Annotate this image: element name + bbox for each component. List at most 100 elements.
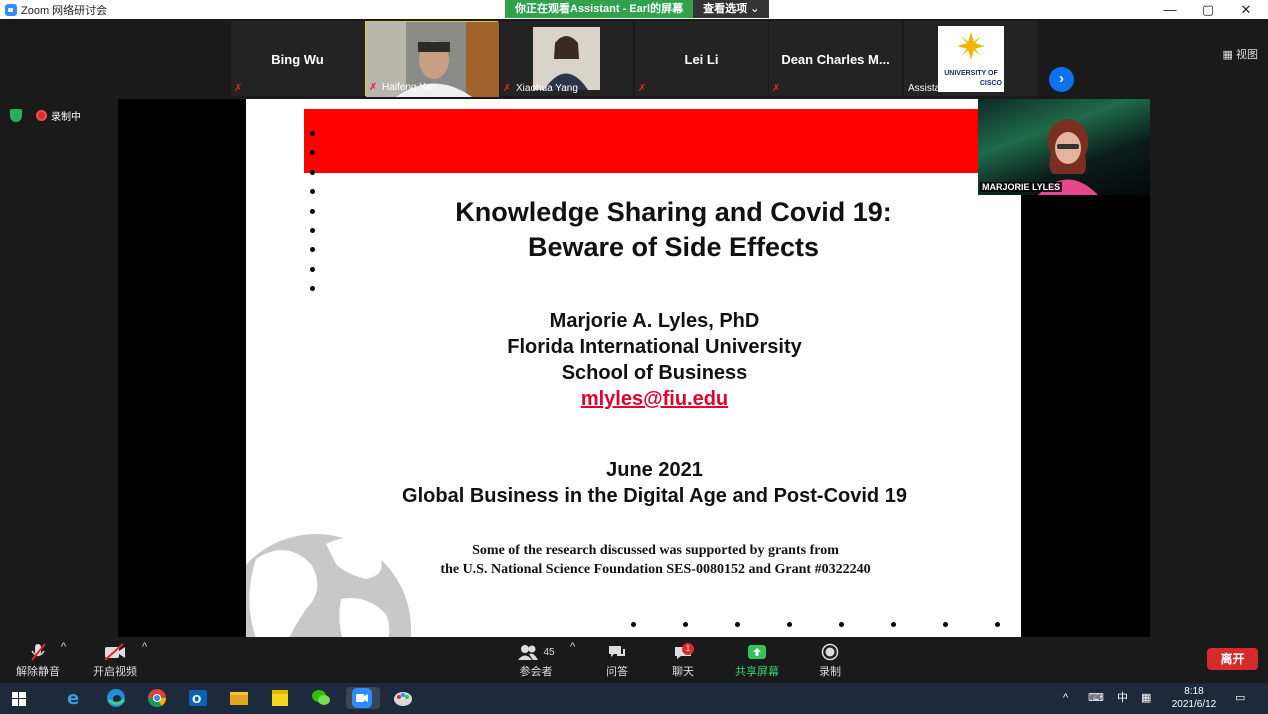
qa-icon <box>602 641 632 663</box>
active-speaker-video[interactable]: MARJORIE LYLES <box>978 99 1150 195</box>
video-off-icon <box>90 641 140 663</box>
bullet <box>310 131 315 136</box>
dot <box>735 622 740 627</box>
taskbar-time: 8:18 <box>1184 686 1204 697</box>
participant-label: Assistant - Earl <box>908 83 976 94</box>
view-button[interactable]: ▦ 视图 <box>1223 46 1258 62</box>
show-hidden-icons-button[interactable]: ^ <box>1063 683 1068 714</box>
dot <box>839 622 844 627</box>
zoom-taskbar-icon[interactable] <box>346 687 380 709</box>
dot <box>995 622 1000 627</box>
slide-title: Knowledge Sharing and Covid 19: Beware o… <box>246 195 1021 265</box>
unmute-label: 解除静音 <box>16 666 60 678</box>
windows-start-icon[interactable] <box>12 692 26 706</box>
start-video-label: 开启视频 <box>93 666 137 678</box>
university-logo-text-2: CISCO <box>979 80 1002 87</box>
ime-mode-icon[interactable]: ▦ <box>1141 683 1151 714</box>
participants-label: 参会者 <box>519 666 553 678</box>
participant-tile[interactable]: UNIVERSITY OF CISCO Assistant - Earl <box>904 21 1037 96</box>
start-video-button[interactable]: 开启视频 <box>90 641 140 679</box>
slide-title-line1: Knowledge Sharing and Covid 19: <box>455 197 892 227</box>
chevron-right-icon: › <box>1059 70 1064 87</box>
chevron-up-icon: ^ <box>61 641 67 653</box>
chevron-down-icon: ⌄ <box>750 3 760 15</box>
edge-browser-icon[interactable] <box>105 687 127 709</box>
close-button[interactable]: ✕ <box>1228 0 1264 19</box>
chrome-browser-icon[interactable] <box>146 687 168 709</box>
participants-button[interactable]: 45 参会者 <box>513 641 559 679</box>
wechat-icon[interactable] <box>310 687 332 709</box>
minimize-button[interactable]: — <box>1152 0 1188 19</box>
qa-button[interactable]: 问答 <box>602 641 632 679</box>
mic-muted-icon <box>14 641 62 663</box>
video-options-caret[interactable]: ^ <box>142 641 147 653</box>
slide-email-link[interactable]: mlyles@fiu.edu <box>288 386 1021 412</box>
participants-count: 45 <box>543 646 555 658</box>
sticky-notes-icon[interactable] <box>269 687 291 709</box>
participant-tile[interactable]: Bing Wu ✗ <box>231 21 364 96</box>
university-logo-text: UNIVERSITY OF <box>944 70 998 77</box>
slide-date: June 2021 <box>606 459 703 481</box>
bullet <box>310 150 315 156</box>
window-title: Zoom 网络研讨会 <box>21 4 108 17</box>
audio-options-caret[interactable]: ^ <box>61 641 66 653</box>
ime-indicator[interactable]: 中 <box>1117 683 1128 714</box>
svg-text:e: e <box>67 688 79 709</box>
ie-browser-icon[interactable]: e <box>64 687 86 709</box>
maximize-icon: ▢ <box>1201 2 1215 17</box>
chevron-up-icon: ^ <box>1063 692 1069 704</box>
svg-text:O: O <box>192 693 201 706</box>
mic-muted-icon: ✗ <box>503 83 512 94</box>
file-explorer-icon[interactable] <box>228 687 250 709</box>
slide-university: Florida International University <box>507 336 802 358</box>
slide-grant-line2: the U.S. National Science Foundation SES… <box>440 562 871 577</box>
participant-name: Dean Charles M... <box>781 52 890 67</box>
participant-tile[interactable]: ✗ Haifeng Yan <box>365 21 499 97</box>
share-banner-message: 你正在观看Assistant - Earl的屏幕 <box>505 0 694 18</box>
slide-date-block: June 2021 Global Business in the Digital… <box>246 457 1021 509</box>
chat-button[interactable]: 1 聊天 <box>668 641 698 679</box>
leave-button[interactable]: 离开 <box>1207 648 1258 670</box>
participant-label: Xiaohua Yang <box>516 83 578 94</box>
chat-label: 聊天 <box>672 666 694 678</box>
maximize-button[interactable]: ▢ <box>1190 0 1226 19</box>
participant-tile[interactable]: Dean Charles M... ✗ <box>769 21 902 96</box>
participant-tile[interactable]: ✗ Xiaohua Yang <box>500 21 633 96</box>
bullet <box>310 189 315 195</box>
recording-icon <box>36 110 47 121</box>
meeting-controls: 解除静音 ^ 开启视频 ^ 45 参会者 ^ 问答 1 聊天 共享屏幕 录制 离… <box>0 637 1268 683</box>
share-screen-button[interactable]: 共享屏幕 <box>733 641 781 679</box>
view-label: 视图 <box>1236 49 1258 61</box>
chevron-up-icon: ^ <box>570 641 576 653</box>
view-options-label: 查看选项 <box>703 3 748 15</box>
notification-center-icon[interactable]: ▭ <box>1235 683 1245 714</box>
slide-grant-line1: Some of the research discussed was suppo… <box>472 543 839 558</box>
close-icon: ✕ <box>1240 2 1252 17</box>
participant-tile[interactable]: Lei Li ✗ <box>635 21 768 96</box>
slide-author-block: Marjorie A. Lyles, PhD Florida Internati… <box>246 308 1021 412</box>
taskbar-date: 2021/6/12 <box>1171 699 1217 710</box>
taskbar-clock[interactable]: 8:18 2021/6/12 <box>1166 685 1222 711</box>
slide-bottom-dots <box>631 622 1021 627</box>
grid-icon: ▦ <box>1222 49 1233 61</box>
dot <box>683 622 688 627</box>
keyboard-icon[interactable]: ⌨ <box>1088 683 1104 714</box>
recording-label: 录制中 <box>51 112 81 123</box>
windows-taskbar: e O ^ ⌨ 中 ▦ 8:18 2021/6/12 ▭ <box>0 683 1268 714</box>
unmute-button[interactable]: 解除静音 <box>14 641 62 679</box>
view-options-button[interactable]: 查看选项 ⌄ <box>693 0 770 18</box>
outlook-icon[interactable]: O <box>187 687 209 709</box>
next-page-button[interactable]: › <box>1049 67 1074 92</box>
chat-badge: 1 <box>682 643 694 655</box>
participants-options-caret[interactable]: ^ <box>570 641 575 653</box>
shield-icon[interactable] <box>10 109 22 122</box>
speaker-name-label: MARJORIE LYLES <box>980 182 1063 192</box>
minimize-icon: — <box>1163 2 1177 17</box>
dot <box>891 622 896 627</box>
participant-label: Haifeng Yan <box>382 82 437 93</box>
paint-icon[interactable] <box>392 687 414 709</box>
presentation-slide: Knowledge Sharing and Covid 19: Beware o… <box>246 99 1021 637</box>
record-button[interactable]: 录制 <box>815 641 845 679</box>
slide-title-line2: Beware of Side Effects <box>527 232 820 262</box>
mic-muted-icon: ✗ <box>772 83 781 94</box>
